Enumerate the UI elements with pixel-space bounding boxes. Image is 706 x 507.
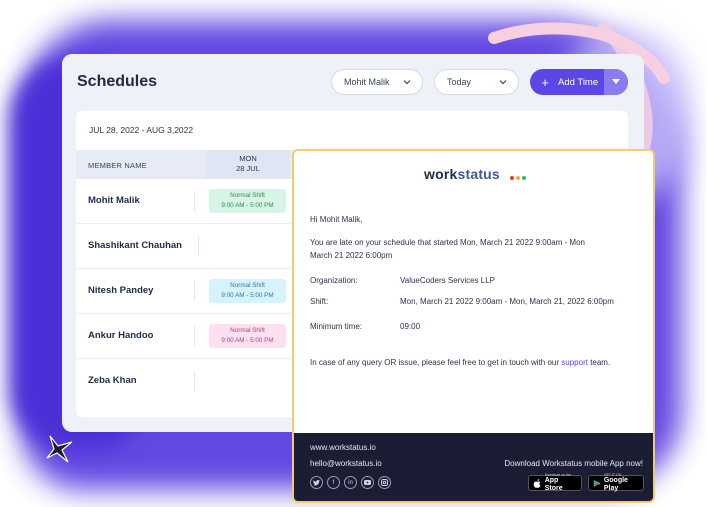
shift-time: 9:00 AM - 5:00 PM: [221, 291, 274, 299]
logo-dot: [522, 176, 526, 180]
query-text: In case of any query OR issue, please fe…: [310, 356, 610, 369]
member-name: Shashikant Chauhan: [88, 240, 182, 251]
logo-text-status: status: [457, 166, 500, 182]
member-name: Mohit Malik: [88, 195, 140, 206]
shift-chip[interactable]: Normal Shift 9:00 AM - 5:00 PM: [209, 189, 286, 213]
query-text-main: In case of any query OR issue, please fe…: [310, 358, 560, 367]
shift-time: 9:00 AM - 5:00 PM: [221, 201, 274, 209]
date-dropdown-value: Today: [447, 77, 472, 87]
member-name: Zeba Khan: [88, 375, 137, 386]
email-message: You are late on your schedule that start…: [310, 236, 585, 262]
divider: [198, 236, 199, 256]
add-time-label: Add Time: [558, 76, 599, 88]
page-title: Schedules: [77, 73, 158, 90]
email-greeting: Hi Mohit Malik,: [310, 215, 363, 224]
divider: [194, 326, 195, 346]
social-links: f in: [310, 476, 391, 489]
google-play-icon: [593, 479, 601, 487]
sparkle-icon: [46, 435, 73, 463]
minimum-time-label: Minimum time:: [310, 322, 363, 331]
logo-text-work: work: [424, 166, 458, 182]
member-name: Ankur Handoo: [88, 330, 154, 341]
linkedin-icon[interactable]: in: [344, 476, 357, 489]
google-play-label: Google Play: [603, 477, 628, 492]
divider: [194, 191, 195, 211]
divider: [194, 371, 195, 391]
add-time-menu-toggle[interactable]: [604, 69, 628, 95]
chevron-down-icon: [499, 80, 507, 85]
shift-time: 9:00 AM - 5:00 PM: [221, 336, 274, 344]
organization-label: Organization:: [310, 276, 358, 285]
website-link[interactable]: www.workstatus.io: [310, 443, 376, 452]
support-link[interactable]: support: [561, 358, 588, 367]
app-store-label: App Store: [544, 477, 563, 492]
youtube-icon[interactable]: [361, 476, 374, 489]
date-dropdown[interactable]: Today: [434, 69, 519, 95]
member-dropdown[interactable]: Mohit Malik: [331, 69, 423, 95]
shift-chip[interactable]: Normal Shift 9:00 AM - 5:00 PM: [209, 279, 286, 303]
facebook-icon[interactable]: f: [327, 476, 340, 489]
shift-label: Shift:: [310, 297, 329, 306]
plus-icon: +: [541, 74, 549, 90]
google-play-button[interactable]: GET IT ON Google Play: [588, 473, 644, 492]
email-message-line: You are late on your schedule that start…: [310, 238, 585, 247]
shift-chip[interactable]: Normal Shift 9:00 AM - 5:00 PM: [209, 324, 286, 348]
organization-value: ValueCoders Services LLP: [400, 276, 496, 285]
column-day: MON 28 JUL: [206, 150, 290, 179]
column-day-date: 28 JUL: [236, 164, 260, 173]
instagram-icon[interactable]: [378, 476, 391, 489]
shift-title: Normal Shift: [230, 192, 265, 199]
apple-icon: [533, 478, 541, 488]
email-notification-card: workstatus Hi Mohit Malik, You are late …: [292, 149, 655, 503]
logo-dot: [516, 176, 520, 180]
add-time-button[interactable]: + Add Time: [530, 69, 628, 95]
logo-dots: [510, 176, 526, 180]
download-text: Download Workstatus mobile App now!: [504, 459, 643, 468]
date-range: JUL 28, 2022 - AUG 3,2022: [89, 125, 194, 135]
chevron-down-icon: [403, 80, 411, 85]
divider: [194, 281, 195, 301]
shift-title: Normal Shift: [230, 327, 265, 334]
query-text-end: team.: [590, 358, 611, 367]
app-store-button[interactable]: Download on the App Store: [528, 473, 582, 492]
shift-value: Mon, March 21 2022 9:00am - Mon, March 2…: [400, 297, 614, 306]
twitter-icon[interactable]: [310, 476, 323, 489]
member-dropdown-value: Mohit Malik: [344, 77, 390, 87]
logo-dot: [510, 176, 514, 180]
email-link[interactable]: hello@workstatus.io: [310, 459, 382, 468]
minimum-time-value: 09:00: [400, 322, 421, 331]
workstatus-logo: workstatus: [424, 166, 500, 182]
caret-down-icon: [612, 79, 620, 84]
column-day-name: MON: [239, 154, 257, 163]
shift-title: Normal Shift: [230, 282, 265, 289]
email-footer: www.workstatus.io hello@workstatus.io Do…: [294, 433, 653, 501]
email-message-line: March 21 2022 6:00pm: [310, 251, 393, 260]
member-name: Nitesh Pandey: [88, 285, 154, 296]
column-member-name: MEMBER NAME: [88, 161, 147, 170]
